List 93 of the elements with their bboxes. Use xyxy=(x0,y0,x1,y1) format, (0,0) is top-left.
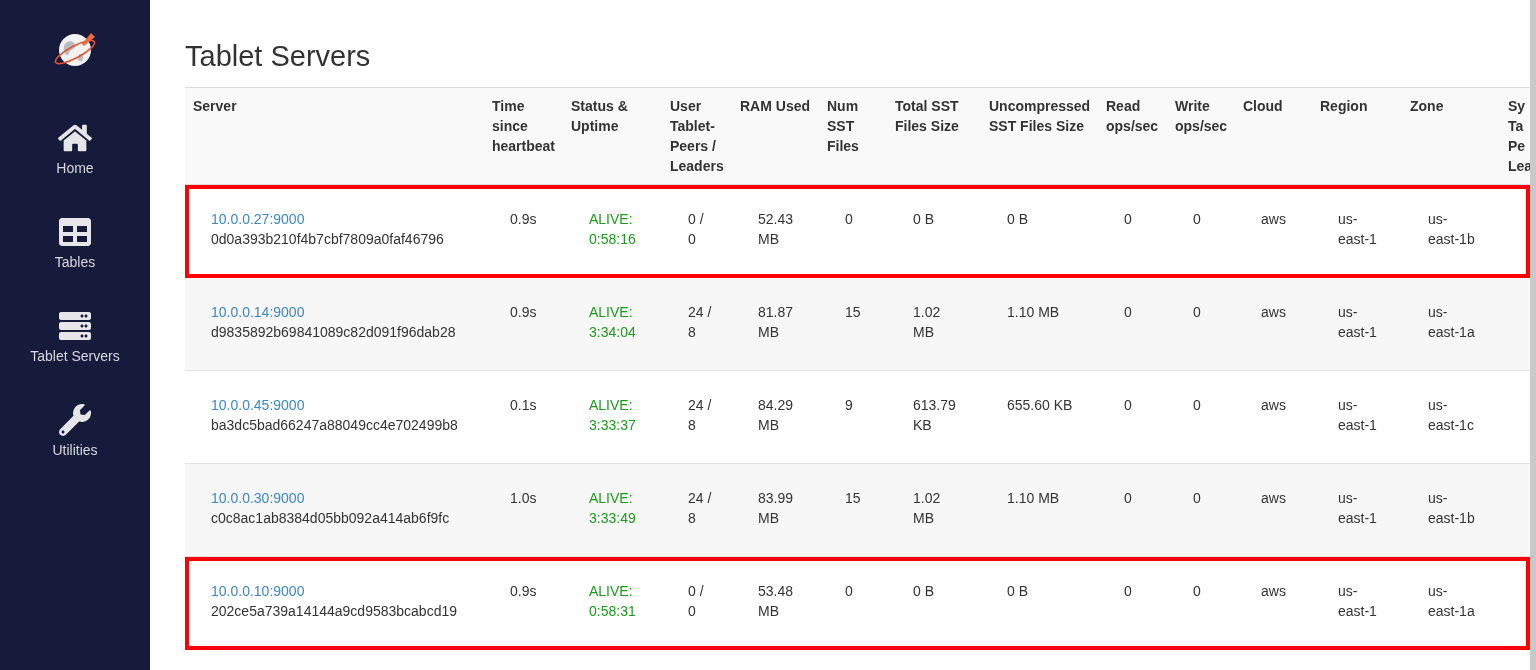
table-cell-text: 0 / 0 xyxy=(688,582,705,621)
server-link[interactable]: 10.0.0.10:9000 xyxy=(211,581,305,601)
table-cell-text: 24 / 8 xyxy=(688,489,712,528)
table-cell-text: us-east-1 xyxy=(1338,210,1378,249)
table-cell-text: 655.60 KB xyxy=(1007,396,1073,415)
table-cell-text: aws xyxy=(1261,582,1286,601)
table-cell-text: 0.9s xyxy=(510,582,537,601)
table-cell-text: us-east-1a xyxy=(1428,303,1476,342)
table-cell-text: 1.10 MB xyxy=(1007,303,1060,322)
table-cell-text: 1.10 MB xyxy=(1007,489,1060,508)
table-cell-text: us-east-1 xyxy=(1338,489,1378,528)
table-cell-text: 0 B xyxy=(1007,582,1028,601)
column-header: Server xyxy=(185,87,484,185)
table-cell-text: 0 xyxy=(1124,303,1132,322)
table-cell-text: 1.02 MB xyxy=(913,303,942,342)
table-cell-text: 0 xyxy=(1124,396,1132,415)
server-uuid: d9835892b69841089c82d091f96dab28 xyxy=(211,323,456,342)
table-cell-text: 0 xyxy=(1193,396,1201,415)
table-cell-text: us-east-1b xyxy=(1428,210,1476,249)
wrench-icon xyxy=(58,404,92,436)
column-header: Write ops/sec xyxy=(1167,87,1235,185)
server-uuid: 0d0a393b210f4b7cbf7809a0faf46796 xyxy=(211,230,444,249)
server-uuid: 202ce5a739a14144a9cd9583bcabcd19 xyxy=(211,602,457,621)
column-header: Status & Uptime xyxy=(563,87,662,185)
table-cell-text: 24 / 8 xyxy=(688,396,712,435)
table-cell-text: us-east-1 xyxy=(1338,396,1378,435)
column-header: User Tablet-Peers / Leaders xyxy=(662,87,732,185)
table-cell-text: 83.99 MB xyxy=(758,489,795,528)
table-cell-text: aws xyxy=(1261,210,1286,229)
column-header: Uncompressed SST Files Size xyxy=(981,87,1098,185)
nav-item[interactable]: Home xyxy=(56,122,94,176)
table-cell-text: 81.87 MB xyxy=(758,303,795,342)
table-cell-text: 24 / 8 xyxy=(688,303,712,342)
page-title: Tablet Servers xyxy=(185,40,372,73)
server-link[interactable]: 10.0.0.27:9000 xyxy=(211,209,305,229)
column-header: RAM Used xyxy=(732,87,819,185)
column-header: Read ops/sec xyxy=(1098,87,1167,185)
table-cell-text: 15 xyxy=(845,303,861,322)
column-header: Cloud xyxy=(1235,87,1312,185)
nav-item[interactable]: Tables xyxy=(54,216,96,270)
table-cell-text: us-east-1a xyxy=(1428,582,1476,621)
table-cell-text: 52.43 MB xyxy=(758,210,795,249)
status-text: ALIVE: 3:34:04 xyxy=(589,303,637,342)
column-header: Total SST Files Size xyxy=(887,87,981,185)
table-cell-text: 0 xyxy=(1124,489,1132,508)
table-cell-text: 0 B xyxy=(913,582,934,601)
table-cell-text: 15 xyxy=(845,489,861,508)
scrollbar[interactable] xyxy=(1530,0,1536,670)
table-cell-text: 0 B xyxy=(913,210,934,229)
column-header: Zone xyxy=(1402,87,1500,185)
table-cell-text: 0.9s xyxy=(510,303,537,322)
table-cell-text: 53.48 MB xyxy=(758,582,795,621)
table-cell-text: 0 B xyxy=(1007,210,1028,229)
status-text: ALIVE: 0:58:31 xyxy=(589,582,637,621)
server-link[interactable]: 10.0.0.45:9000 xyxy=(211,395,305,415)
table-cell-text: 0.9s xyxy=(510,210,537,229)
table-cell-text: us-east-1 xyxy=(1338,582,1378,621)
table-cell-text: aws xyxy=(1261,303,1286,322)
table-cell-text: 1.0s xyxy=(510,489,537,508)
table-cell-text: 0 xyxy=(1193,582,1201,601)
table-cell-text: 0.1s xyxy=(510,396,537,415)
server-link[interactable]: 10.0.0.30:9000 xyxy=(211,488,305,508)
table-cell-text: us-east-1 xyxy=(1338,303,1378,342)
server-link[interactable]: 10.0.0.14:9000 xyxy=(211,302,305,322)
table-cell-text: 1.02 MB xyxy=(913,489,942,528)
column-header: Region xyxy=(1312,87,1402,185)
table-cell-text: 0 xyxy=(845,210,853,229)
status-text: ALIVE: 3:33:37 xyxy=(589,396,637,435)
table-cell-text: aws xyxy=(1261,489,1286,508)
server-uuid: c0c8ac1ab8384d05bb092a414ab6f9fc xyxy=(211,509,450,528)
home-icon xyxy=(58,122,92,154)
table-cell-text: 0 xyxy=(1124,582,1132,601)
table-cell-text: 0 xyxy=(1193,303,1201,322)
table-cell-text: 0 xyxy=(845,582,853,601)
table-icon xyxy=(58,216,92,248)
table-cell-text: 613.79 KB xyxy=(913,396,957,435)
table-cell-text: 0 xyxy=(1124,210,1132,229)
table-cell-text: 9 xyxy=(845,396,853,415)
table-cell-text: 0 / 0 xyxy=(688,210,705,249)
table-cell-text: aws xyxy=(1261,396,1286,415)
table-cell-text: us-east-1c xyxy=(1428,396,1475,435)
column-header: Time since heartbeat xyxy=(484,87,563,185)
server-icon xyxy=(58,310,92,342)
table-cell-text: us-east-1b xyxy=(1428,489,1476,528)
table-cell-text: 84.29 MB xyxy=(758,396,795,435)
nav-item[interactable]: Utilities xyxy=(52,404,98,458)
status-text: ALIVE: 0:58:16 xyxy=(589,210,637,249)
column-header: Num SST Files xyxy=(819,87,887,185)
table-cell-text: 0 xyxy=(1193,489,1201,508)
table-cell-text: 0 xyxy=(1193,210,1201,229)
nav-item[interactable]: Tablet Servers xyxy=(30,310,120,364)
server-uuid: ba3dc5bad66247a88049cc4e702499b8 xyxy=(211,416,458,435)
status-text: ALIVE: 3:33:49 xyxy=(589,489,637,528)
